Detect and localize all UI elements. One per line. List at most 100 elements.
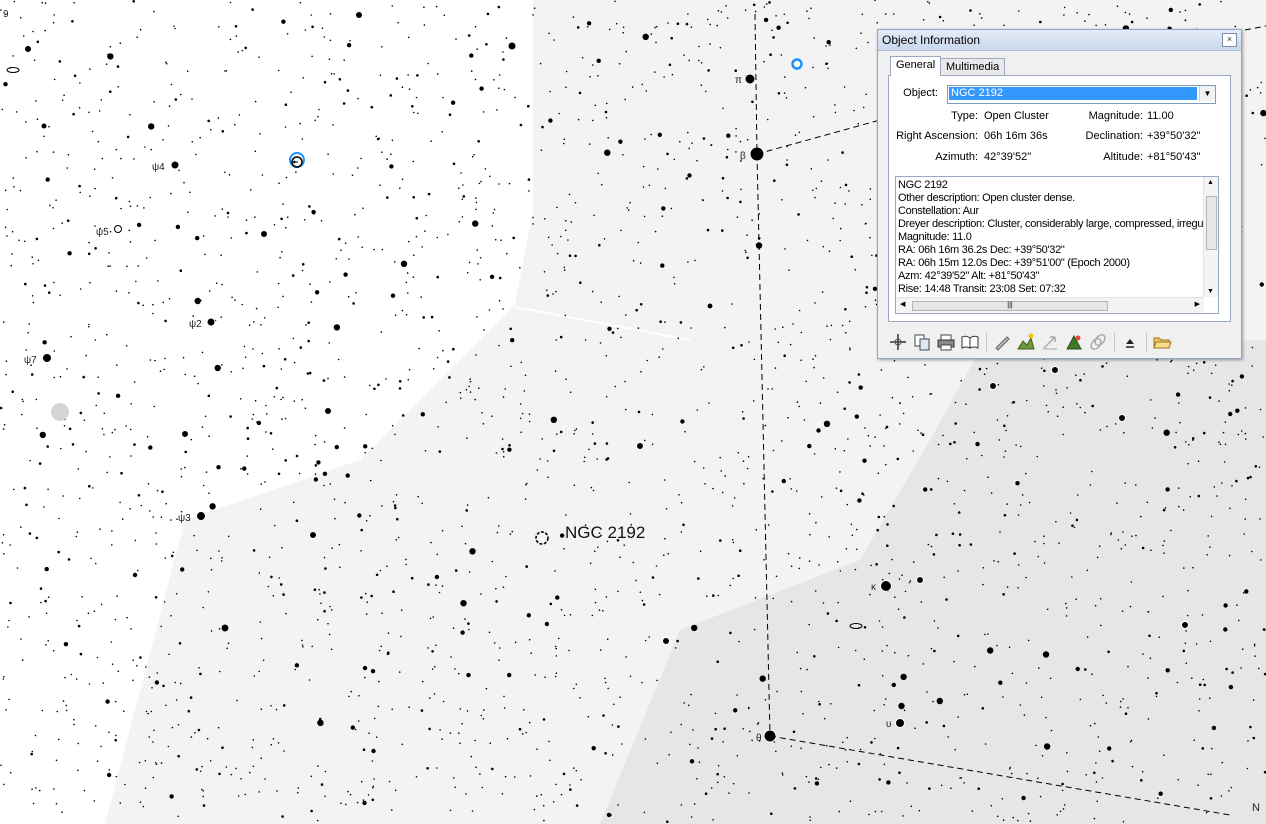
star bbox=[468, 628, 470, 631]
description-box[interactable]: NGC 2192 Other description: Open cluster… bbox=[895, 176, 1219, 314]
star bbox=[1157, 797, 1159, 799]
vertical-scrollbar[interactable]: ▲ ▼ bbox=[1203, 177, 1218, 297]
star bbox=[174, 681, 177, 684]
star bbox=[733, 708, 738, 713]
star bbox=[893, 360, 896, 362]
star bbox=[466, 710, 469, 712]
star bbox=[498, 74, 501, 76]
star bbox=[295, 454, 299, 458]
star bbox=[1009, 768, 1011, 770]
star bbox=[563, 614, 566, 617]
draw-icon[interactable] bbox=[992, 332, 1012, 352]
star bbox=[1086, 569, 1089, 572]
chevron-down-icon[interactable]: ▼ bbox=[1199, 86, 1215, 101]
star bbox=[782, 326, 784, 329]
star bbox=[1197, 784, 1199, 786]
star bbox=[1220, 0, 1222, 3]
star bbox=[687, 261, 689, 263]
star bbox=[139, 801, 142, 803]
star bbox=[694, 259, 696, 262]
book-icon[interactable] bbox=[960, 332, 980, 352]
star bbox=[1098, 545, 1101, 547]
star bbox=[861, 13, 864, 16]
center-object-icon[interactable] bbox=[888, 332, 908, 352]
copy-icon[interactable] bbox=[912, 332, 932, 352]
star bbox=[1189, 495, 1192, 498]
star bbox=[329, 13, 332, 15]
star bbox=[328, 633, 331, 636]
star bbox=[308, 679, 311, 681]
star bbox=[1126, 375, 1129, 378]
star bbox=[207, 591, 210, 593]
star bbox=[128, 200, 131, 203]
star bbox=[1216, 495, 1218, 497]
star bbox=[408, 368, 411, 371]
close-icon[interactable]: × bbox=[1222, 33, 1237, 47]
star bbox=[299, 346, 303, 349]
star bbox=[865, 285, 869, 289]
bright-star bbox=[170, 160, 180, 170]
scroll-right-icon[interactable]: ▶ bbox=[1195, 300, 1200, 308]
star bbox=[479, 86, 484, 91]
tree-icon[interactable] bbox=[1064, 332, 1084, 352]
star bbox=[98, 110, 101, 112]
star bbox=[428, 727, 431, 731]
star bbox=[1104, 24, 1107, 26]
vertical-scroll-thumb[interactable] bbox=[1206, 196, 1217, 250]
link-icon[interactable] bbox=[1088, 332, 1108, 352]
star bbox=[313, 213, 315, 215]
star bbox=[173, 25, 175, 27]
object-select[interactable]: NGC 2192 ▼ bbox=[947, 85, 1216, 104]
star bbox=[407, 36, 410, 39]
star bbox=[565, 219, 567, 222]
star bbox=[617, 804, 619, 806]
bright-star bbox=[42, 353, 52, 363]
horizontal-scroll-thumb[interactable]: ||| bbox=[912, 301, 1108, 311]
star bbox=[724, 475, 726, 477]
star bbox=[674, 647, 677, 649]
star bbox=[963, 693, 966, 696]
star bbox=[912, 561, 915, 563]
dialog-title-bar[interactable]: Object Information × bbox=[878, 30, 1241, 51]
star bbox=[427, 192, 431, 196]
star bbox=[731, 538, 734, 541]
star bbox=[1149, 657, 1152, 659]
description-line: Constellation: Aur bbox=[898, 205, 979, 217]
star bbox=[94, 247, 97, 250]
star bbox=[880, 369, 883, 371]
star bbox=[401, 743, 404, 746]
tab-multimedia[interactable]: Multimedia bbox=[940, 58, 1006, 75]
star bbox=[845, 548, 848, 550]
horizontal-scrollbar[interactable]: ◀ ||| ▶ bbox=[896, 297, 1204, 313]
collapse-icon[interactable] bbox=[1120, 332, 1140, 352]
object-information-dialog[interactable]: Object Information × General Multimedia … bbox=[877, 29, 1242, 359]
scroll-left-icon[interactable]: ◀ bbox=[900, 300, 905, 308]
star bbox=[594, 601, 597, 604]
star bbox=[144, 787, 147, 789]
star bbox=[39, 431, 46, 439]
tab-general[interactable]: General bbox=[890, 56, 942, 76]
star bbox=[467, 34, 471, 37]
open-folder-icon[interactable] bbox=[1152, 332, 1172, 352]
star bbox=[620, 336, 622, 339]
arrow-icon[interactable] bbox=[1040, 332, 1060, 352]
star bbox=[4, 189, 7, 192]
star bbox=[154, 762, 157, 764]
star bbox=[357, 720, 360, 722]
star bbox=[742, 728, 744, 730]
star bbox=[856, 528, 858, 531]
star bbox=[277, 69, 280, 72]
chart-icon[interactable] bbox=[1016, 332, 1036, 352]
print-icon[interactable] bbox=[936, 332, 956, 352]
scroll-down-icon[interactable]: ▼ bbox=[1207, 288, 1214, 295]
star bbox=[629, 513, 632, 515]
star bbox=[533, 7, 536, 9]
star bbox=[943, 576, 945, 579]
star bbox=[726, 133, 731, 138]
star bbox=[981, 707, 985, 710]
star bbox=[844, 203, 846, 205]
star bbox=[9, 771, 12, 774]
star bbox=[808, 623, 810, 626]
scroll-up-icon[interactable]: ▲ bbox=[1207, 179, 1214, 186]
star bbox=[1209, 546, 1211, 548]
